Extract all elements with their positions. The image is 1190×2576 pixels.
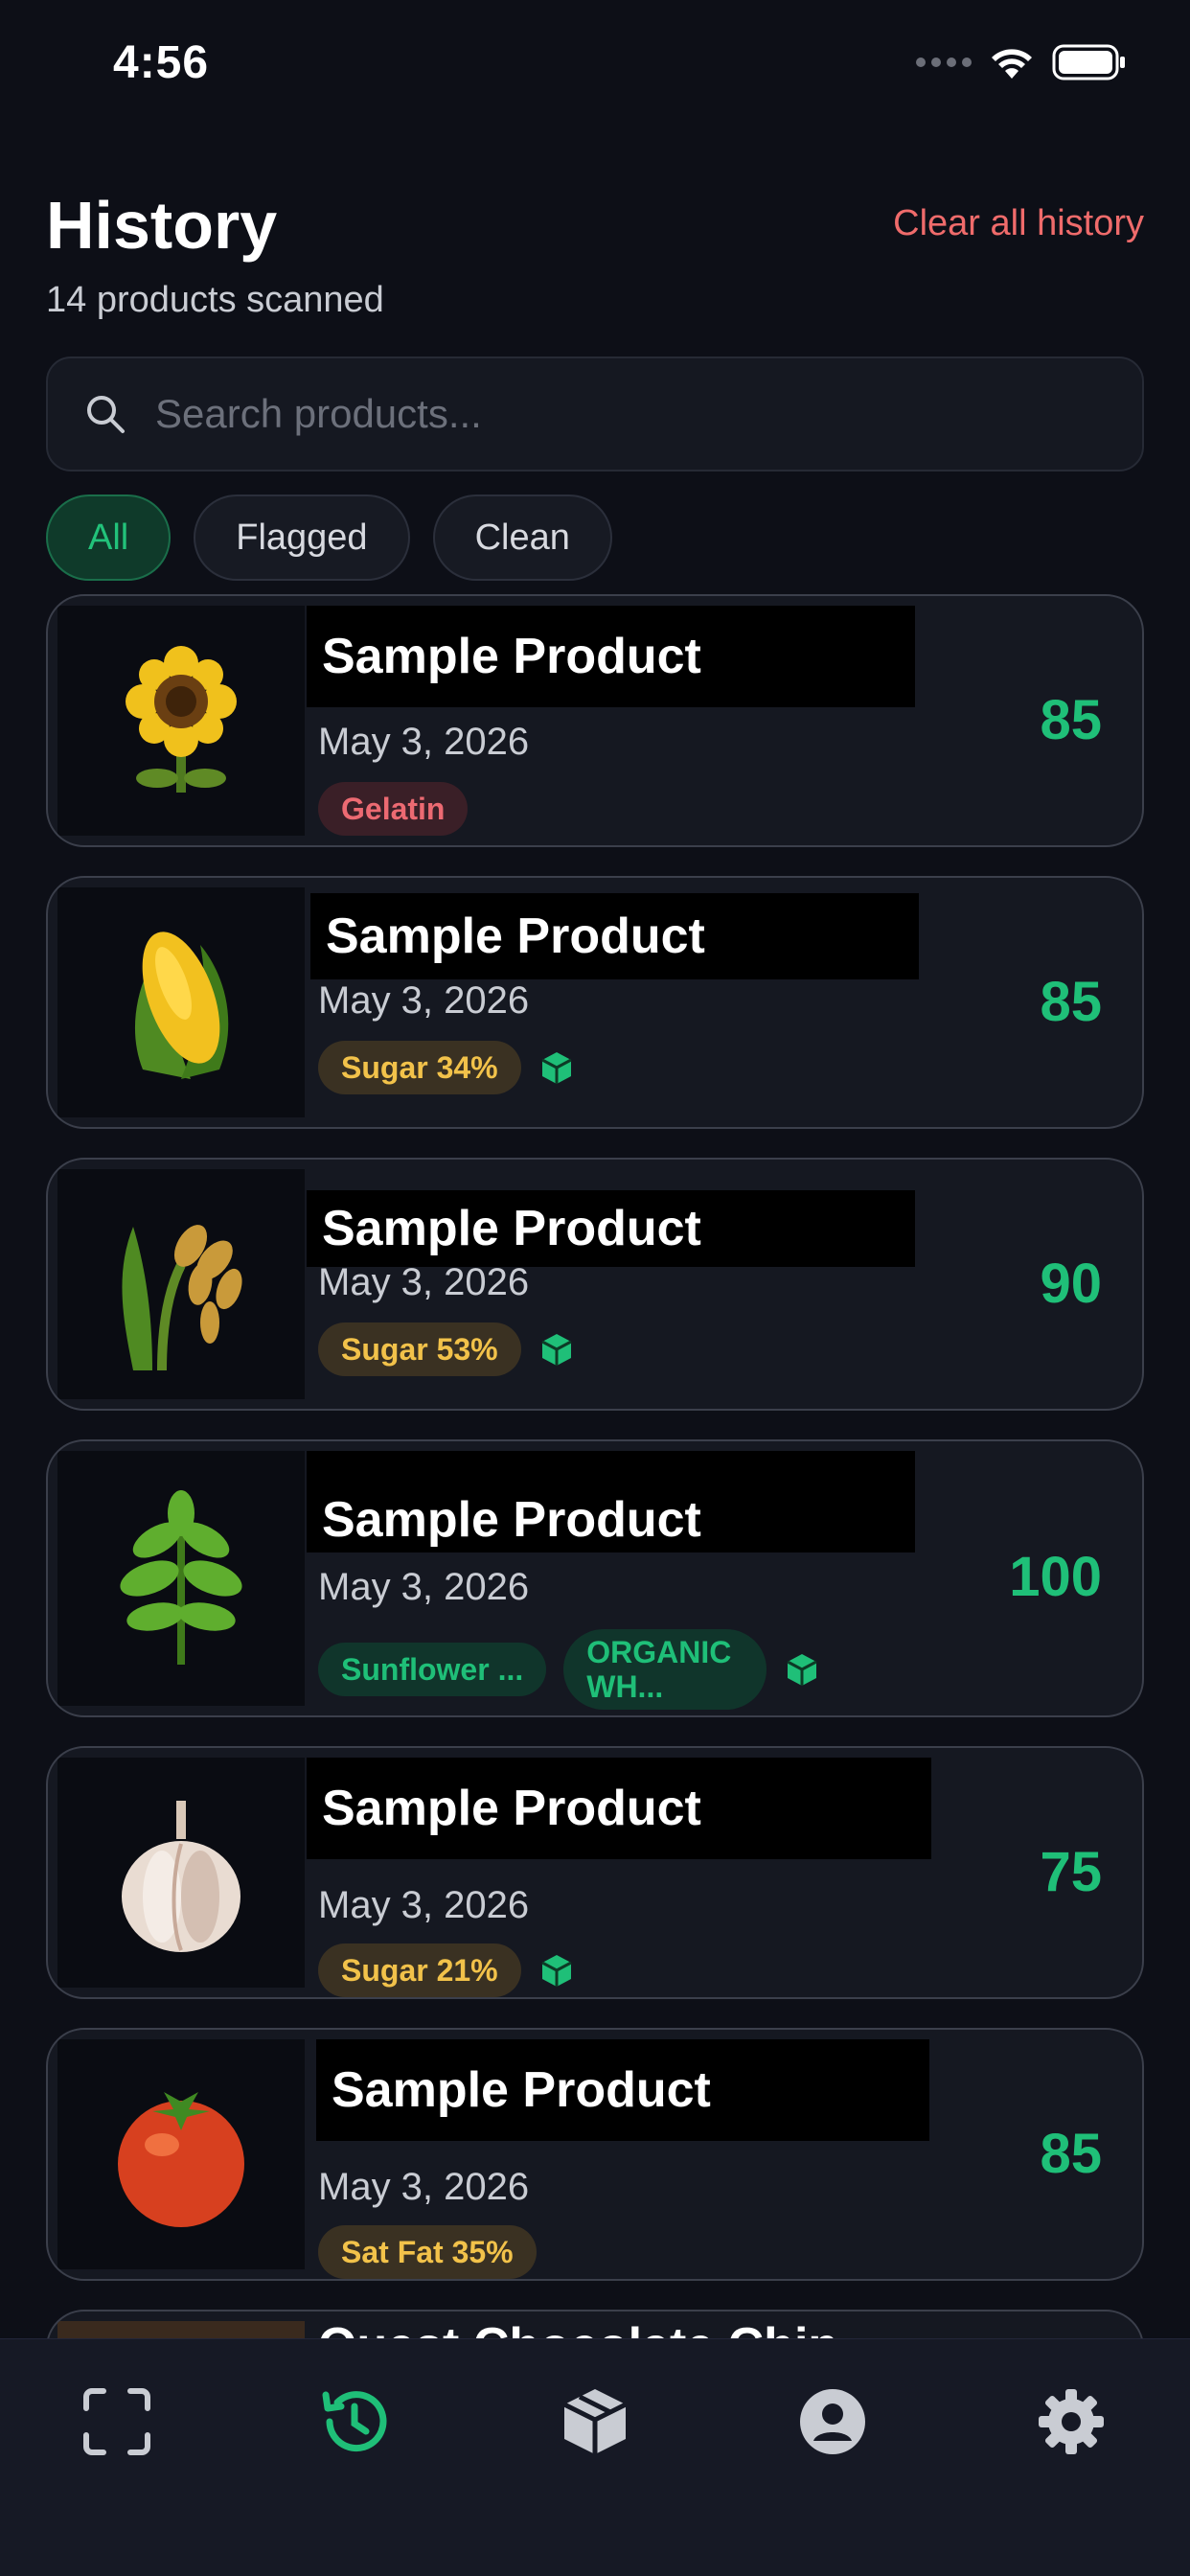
- sunflower-icon: [126, 646, 237, 793]
- product-thumbnail: [57, 606, 305, 836]
- health-score: 90: [1040, 1253, 1102, 1315]
- settings-icon: [1039, 2389, 1104, 2454]
- tab-profile[interactable]: [785, 2374, 881, 2470]
- scan-date: May 3, 2026: [318, 2166, 530, 2208]
- scan-date: May 3, 2026: [318, 721, 530, 763]
- history-card[interactable]: Sample Product May 3, 2026 Sugar 53% 90: [46, 1158, 1144, 1411]
- scan-icon: [83, 2388, 150, 2455]
- cellular-signal-icon: [916, 58, 972, 67]
- product-thumbnail: [57, 887, 305, 1117]
- history-list[interactable]: Sample Product May 3, 2026 Gelatin 85 Sa…: [46, 594, 1144, 2338]
- profile-icon: [800, 2389, 865, 2454]
- package-icon: [540, 1955, 572, 1987]
- filter-chips: All Flagged Clean: [46, 494, 612, 581]
- tag-list: Sugar 34%: [318, 1041, 575, 1094]
- history-card[interactable]: Quest Chocolate Chip: [46, 2310, 1144, 2338]
- history-card[interactable]: Sample Product May 3, 2026 Sugar 34% 85: [46, 876, 1144, 1129]
- product-thumbnail: [57, 2039, 305, 2269]
- history-card[interactable]: Sample Product May 3, 2026 Sunflower ...…: [46, 1439, 1144, 1717]
- ingredient-tag: ORGANIC WH...: [563, 1629, 767, 1710]
- status-time: 4:56: [113, 37, 210, 88]
- history-icon: [322, 2391, 387, 2452]
- history-card[interactable]: Sample Product May 3, 2026 Sat Fat 35% 8…: [46, 2028, 1144, 2281]
- leaf-icon: [120, 1490, 242, 1665]
- package-icon: [540, 1052, 572, 1084]
- tag-list: Sat Fat 35%: [318, 2225, 537, 2279]
- tab-settings[interactable]: [1023, 2374, 1119, 2470]
- tag-list: Sunflower ... ORGANIC WH...: [318, 1629, 820, 1710]
- scan-date: May 3, 2026: [318, 1884, 530, 1926]
- product-thumbnail: [57, 1758, 305, 1988]
- tag-list: Gelatin: [318, 782, 469, 836]
- health-score: 85: [1040, 971, 1102, 1033]
- search-input[interactable]: [155, 391, 1018, 437]
- health-score: 100: [1009, 1546, 1102, 1608]
- box-icon: [562, 2389, 628, 2454]
- flag-tag: Gelatin: [318, 782, 469, 836]
- package-icon: [540, 1334, 572, 1366]
- tab-history[interactable]: [307, 2374, 402, 2470]
- product-name: Sample Product: [307, 1758, 931, 1859]
- scan-date: May 3, 2026: [318, 1566, 530, 1608]
- status-bar: 4:56: [0, 0, 1190, 134]
- product-thumbnail: [57, 1169, 305, 1399]
- filter-clean[interactable]: Clean: [432, 494, 612, 581]
- product-name: Quest Chocolate Chip: [318, 2317, 838, 2338]
- nutrient-tag: Sugar 53%: [318, 1322, 521, 1376]
- wifi-icon: [992, 49, 1032, 79]
- product-name: Sample Product: [310, 893, 919, 979]
- tab-bar: [0, 2338, 1190, 2576]
- tab-pantry[interactable]: [547, 2374, 643, 2470]
- health-score: 85: [1040, 689, 1102, 751]
- battery-icon: [1052, 44, 1125, 80]
- product-name: Sample Product: [316, 2039, 929, 2141]
- filter-flagged[interactable]: Flagged: [194, 494, 410, 581]
- history-card[interactable]: Sample Product May 3, 2026 Sugar 21% 75: [46, 1746, 1144, 1999]
- product-thumbnail: [57, 1451, 305, 1706]
- filter-all[interactable]: All: [46, 494, 172, 581]
- history-card[interactable]: Sample Product May 3, 2026 Gelatin 85: [46, 594, 1144, 847]
- package-icon: [787, 1654, 817, 1686]
- tab-scan[interactable]: [69, 2374, 165, 2470]
- product-name: Sample Product: [307, 606, 915, 707]
- garlic-icon: [122, 1801, 240, 1952]
- status-icons: [916, 44, 1127, 80]
- search-bar[interactable]: [46, 356, 1144, 472]
- product-name: Sample Product: [307, 1451, 915, 1552]
- scanned-count: 14 products scanned: [46, 280, 384, 320]
- nutrient-tag: Sugar 21%: [318, 1944, 521, 1997]
- tomato-icon: [118, 2092, 244, 2227]
- health-score: 85: [1040, 2123, 1102, 2185]
- scan-date: May 3, 2026: [318, 1261, 530, 1303]
- corn-icon: [134, 932, 229, 1079]
- ingredient-tag: Sunflower ...: [318, 1643, 547, 1696]
- header: History 14 products scanned Clear all hi…: [46, 182, 1144, 321]
- wheat-icon: [122, 1225, 242, 1371]
- scan-date: May 3, 2026: [318, 979, 530, 1022]
- product-name: Sample Product: [307, 1190, 915, 1267]
- search-icon: [87, 396, 125, 433]
- clear-history-button[interactable]: Clear all history: [893, 203, 1144, 244]
- health-score: 75: [1040, 1841, 1102, 1903]
- tag-list: Sugar 21%: [318, 1944, 575, 1997]
- nutrient-tag: Sat Fat 35%: [318, 2225, 537, 2279]
- product-thumbnail: [57, 2321, 305, 2338]
- nutrient-tag: Sugar 34%: [318, 1041, 521, 1094]
- tag-list: Sugar 53%: [318, 1322, 575, 1376]
